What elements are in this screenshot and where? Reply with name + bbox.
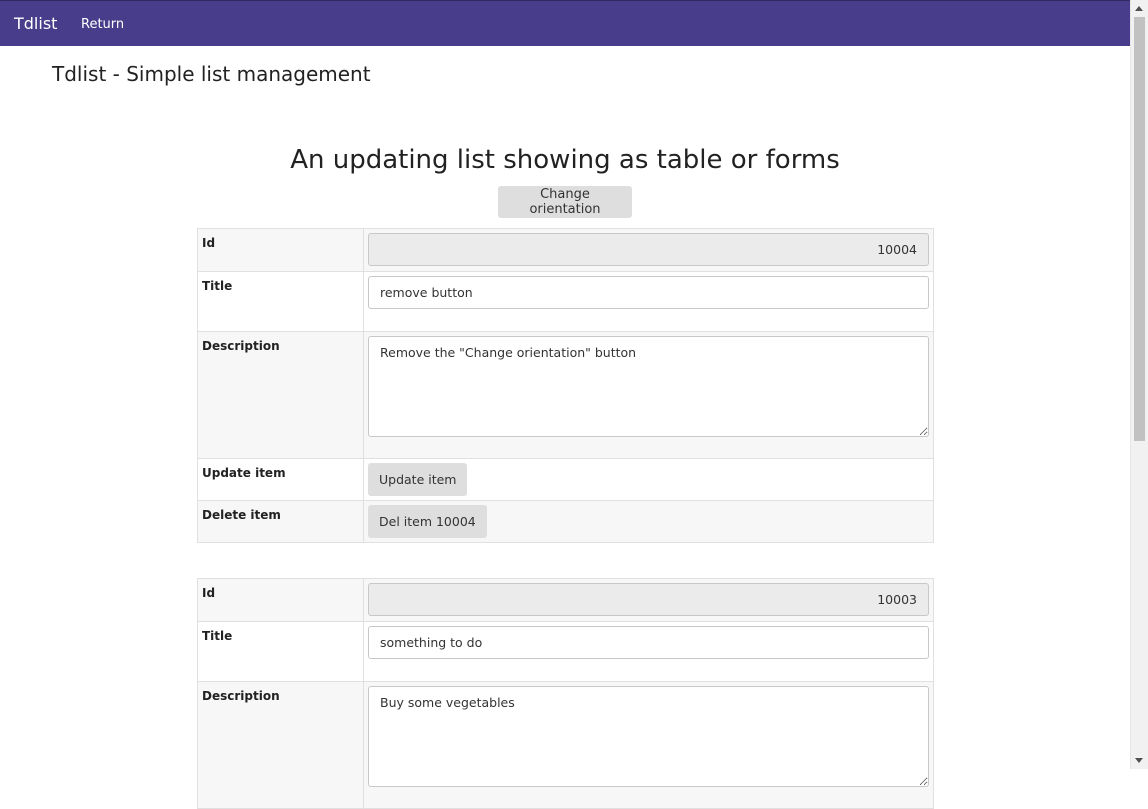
description-label: Description: [197, 331, 364, 459]
title-label: Title: [197, 271, 364, 332]
item-form-10004: Id Title Description Remove the "Change …: [197, 228, 934, 543]
description-label: Description: [197, 681, 364, 809]
list-heading: An updating list showing as table or for…: [290, 145, 840, 175]
item-form-10003: Id Title Description Buy some vegetables: [197, 578, 934, 809]
page-title: Tdlist - Simple list management: [52, 62, 371, 86]
scrollbar-thumb[interactable]: [1134, 17, 1145, 441]
description-textarea[interactable]: Buy some vegetables: [368, 686, 929, 787]
description-textarea[interactable]: Remove the "Change orientation" button: [368, 336, 929, 437]
update-item-button[interactable]: Update item: [368, 463, 468, 496]
title-input[interactable]: [368, 626, 929, 659]
scroll-down-arrow-icon[interactable]: [1135, 758, 1143, 763]
return-link[interactable]: Return: [81, 17, 124, 32]
scroll-up-arrow-icon[interactable]: [1135, 6, 1143, 11]
brand-link[interactable]: Tdlist: [14, 14, 57, 33]
id-field[interactable]: [368, 583, 929, 616]
change-orientation-button[interactable]: Change orientation: [498, 186, 632, 218]
update-item-label: Update item: [197, 458, 364, 501]
id-field[interactable]: [368, 233, 929, 266]
id-label: Id: [197, 578, 364, 622]
delete-item-label: Delete item: [197, 500, 364, 543]
title-input[interactable]: [368, 276, 929, 309]
title-label: Title: [197, 621, 364, 682]
delete-item-button[interactable]: Del item 10004: [368, 505, 487, 538]
navbar: Tdlist Return: [0, 0, 1130, 46]
id-label: Id: [197, 228, 364, 272]
vertical-scrollbar[interactable]: [1130, 0, 1148, 769]
